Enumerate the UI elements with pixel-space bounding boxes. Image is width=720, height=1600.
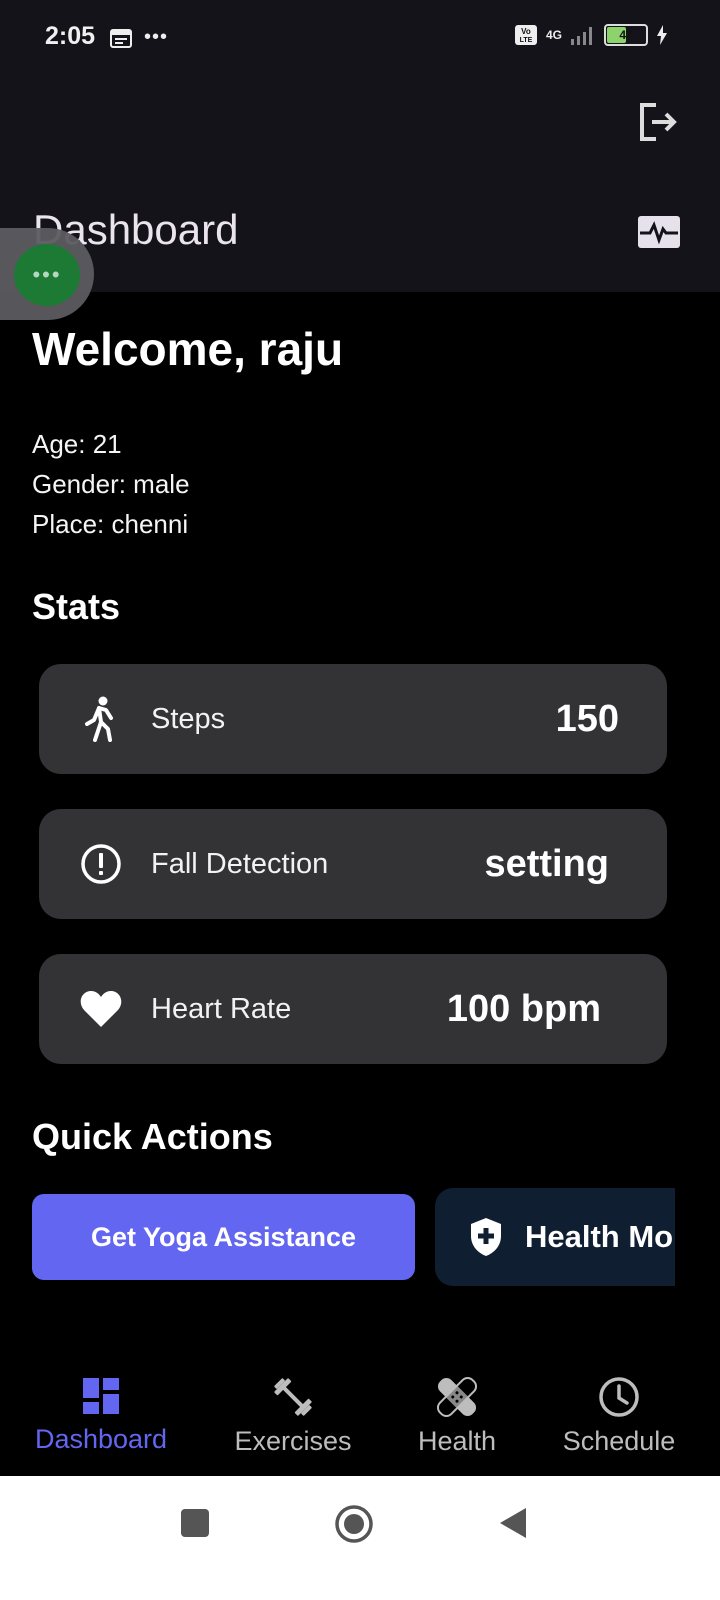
gender-text: Gender: male (32, 469, 190, 499)
nav-health[interactable]: Health (412, 1376, 502, 1457)
more-notifications-icon: ••• (144, 26, 169, 48)
charging-icon (657, 25, 667, 45)
fall-detection-card[interactable]: Fall Detection setting (39, 809, 667, 919)
walking-icon (71, 696, 131, 742)
fall-detection-value: setting (484, 842, 609, 885)
nav-schedule[interactable]: Schedule (560, 1376, 678, 1457)
svg-text:LTE: LTE (520, 37, 533, 44)
floating-menu-button[interactable]: ••• (14, 244, 80, 306)
yoga-assistance-button[interactable]: Get Yoga Assistance (32, 1194, 415, 1280)
heart-rate-value: 100 bpm (446, 987, 601, 1030)
volte-icon: Vo LTE (514, 25, 537, 45)
nav-exercises-label: Exercises (234, 1426, 352, 1456)
logout-icon[interactable] (636, 100, 680, 144)
signal-icon (571, 27, 592, 45)
fall-detection-label: Fall Detection (151, 847, 329, 880)
dumbbell-icon (274, 1378, 312, 1416)
place-text: Place: chenni (32, 509, 189, 539)
clock-icon (599, 1377, 639, 1417)
age-text: Age: 21 (32, 429, 122, 459)
heart-icon (71, 989, 131, 1029)
nav-dashboard[interactable]: Dashboard (32, 1376, 170, 1455)
bubble-dots: ••• (32, 262, 62, 287)
steps-card[interactable]: Steps 150 (39, 664, 667, 774)
network-type: 4G (545, 28, 562, 42)
stats-title: Stats (32, 586, 121, 627)
recents-icon[interactable] (180, 1508, 210, 1538)
nav-health-label: Health (417, 1426, 497, 1456)
quick-actions-title: Quick Actions (32, 1116, 273, 1157)
battery-level: 47 (619, 28, 633, 42)
shield-plus-icon (469, 1217, 503, 1257)
system-nav-bar (0, 1476, 720, 1600)
nav-schedule-label: Schedule (562, 1426, 676, 1456)
user-info: Age: 21 Gender: male Place: chenni (32, 424, 190, 544)
nav-dashboard-label: Dashboard (34, 1424, 168, 1454)
status-left-icons: ••• (110, 26, 168, 49)
heart-rate-card[interactable]: Heart Rate 100 bpm (39, 954, 667, 1064)
steps-label: Steps (151, 702, 226, 735)
calendar-icon (110, 28, 132, 48)
steps-value: 150 (555, 697, 619, 740)
monitor-heart-icon[interactable] (638, 216, 680, 248)
health-monitor-button[interactable]: Health Mo (435, 1188, 675, 1286)
quick-actions-row: Get Yoga Assistance Health Mo (32, 1186, 675, 1290)
status-time: 2:05 (45, 22, 96, 50)
health-monitor-label: Health Mo (525, 1219, 674, 1254)
status-right-icons: Vo LTE 4G 47 (514, 24, 668, 46)
welcome-heading: Welcome, raju (32, 323, 344, 375)
back-icon[interactable] (498, 1506, 528, 1540)
svg-text:Vo: Vo (521, 27, 531, 36)
battery-icon: 47 (604, 24, 648, 46)
bottom-nav: Dashboard Exercises Health Schedule (0, 1360, 720, 1476)
heart-rate-label: Heart Rate (151, 992, 292, 1025)
bandage-icon (436, 1376, 478, 1418)
home-icon[interactable] (334, 1504, 374, 1544)
dashboard-icon (83, 1378, 119, 1414)
nav-exercises[interactable]: Exercises (232, 1376, 354, 1457)
alert-circle-icon (71, 843, 131, 885)
